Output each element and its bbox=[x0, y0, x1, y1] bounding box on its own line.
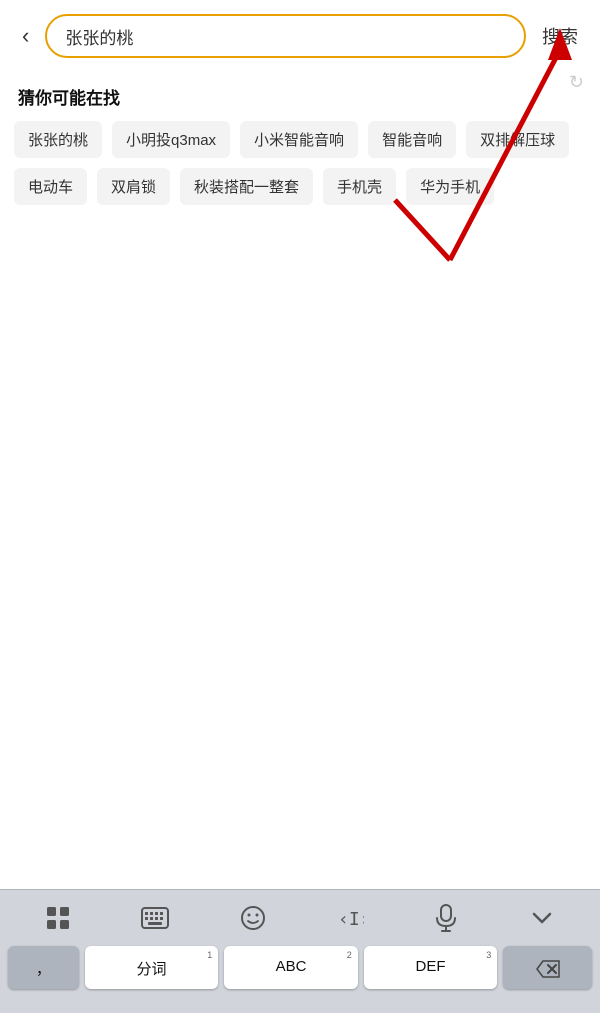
search-input[interactable] bbox=[65, 26, 506, 46]
delete-key[interactable] bbox=[503, 946, 592, 989]
keyboard-toolbar: ‹I› bbox=[0, 890, 600, 942]
chevron-down-icon[interactable] bbox=[519, 904, 565, 932]
emoji-icon[interactable] bbox=[230, 901, 276, 935]
keyboard-icon[interactable] bbox=[131, 903, 179, 933]
key-def[interactable]: 3 DEF bbox=[364, 946, 498, 989]
back-button[interactable]: ‹ bbox=[16, 19, 35, 53]
suggestion-tag[interactable]: 电动车 bbox=[14, 168, 87, 205]
suggestion-tag[interactable]: 张张的桃 bbox=[14, 121, 102, 158]
grid-icon[interactable] bbox=[35, 901, 81, 935]
key-comma[interactable]: ， bbox=[8, 946, 79, 989]
suggestion-tag[interactable]: 手机壳 bbox=[323, 168, 396, 205]
cursor-icon[interactable]: ‹I› bbox=[326, 901, 374, 935]
header: ‹ 搜索 bbox=[0, 0, 600, 68]
section-title: 猜你可能在找 bbox=[0, 68, 600, 121]
search-button[interactable]: 搜索 bbox=[536, 19, 584, 53]
svg-text:‹I›: ‹I› bbox=[338, 909, 364, 930]
refresh-icon[interactable]: ↻ bbox=[569, 72, 584, 93]
tags-container: 张张的桃小明投q3max 小米智能音响智能音响双排解压球电动车双肩锁秋装搭配一整套… bbox=[0, 121, 600, 205]
keyboard: ‹I› ， 1 分词 2 ABC bbox=[0, 889, 600, 1013]
suggestion-tag[interactable]: 秋装搭配一整套 bbox=[180, 168, 313, 205]
suggestion-tag[interactable]: 华为手机 bbox=[406, 168, 494, 205]
suggestion-tag[interactable]: 小明投q3max bbox=[112, 121, 230, 158]
suggestion-tag[interactable]: 双排解压球 bbox=[466, 121, 569, 158]
key-fen-ci[interactable]: 1 分词 bbox=[85, 946, 219, 989]
mic-icon[interactable] bbox=[424, 900, 468, 936]
keyboard-bottom-row: ， 1 分词 2 ABC 3 DEF bbox=[0, 942, 600, 993]
suggestion-tag[interactable]: 双肩锁 bbox=[97, 168, 170, 205]
suggestion-tag[interactable]: 小米智能音响 bbox=[240, 121, 358, 158]
search-input-wrapper bbox=[45, 14, 526, 58]
key-abc[interactable]: 2 ABC bbox=[224, 946, 358, 989]
suggestion-tag[interactable]: 智能音响 bbox=[368, 121, 456, 158]
